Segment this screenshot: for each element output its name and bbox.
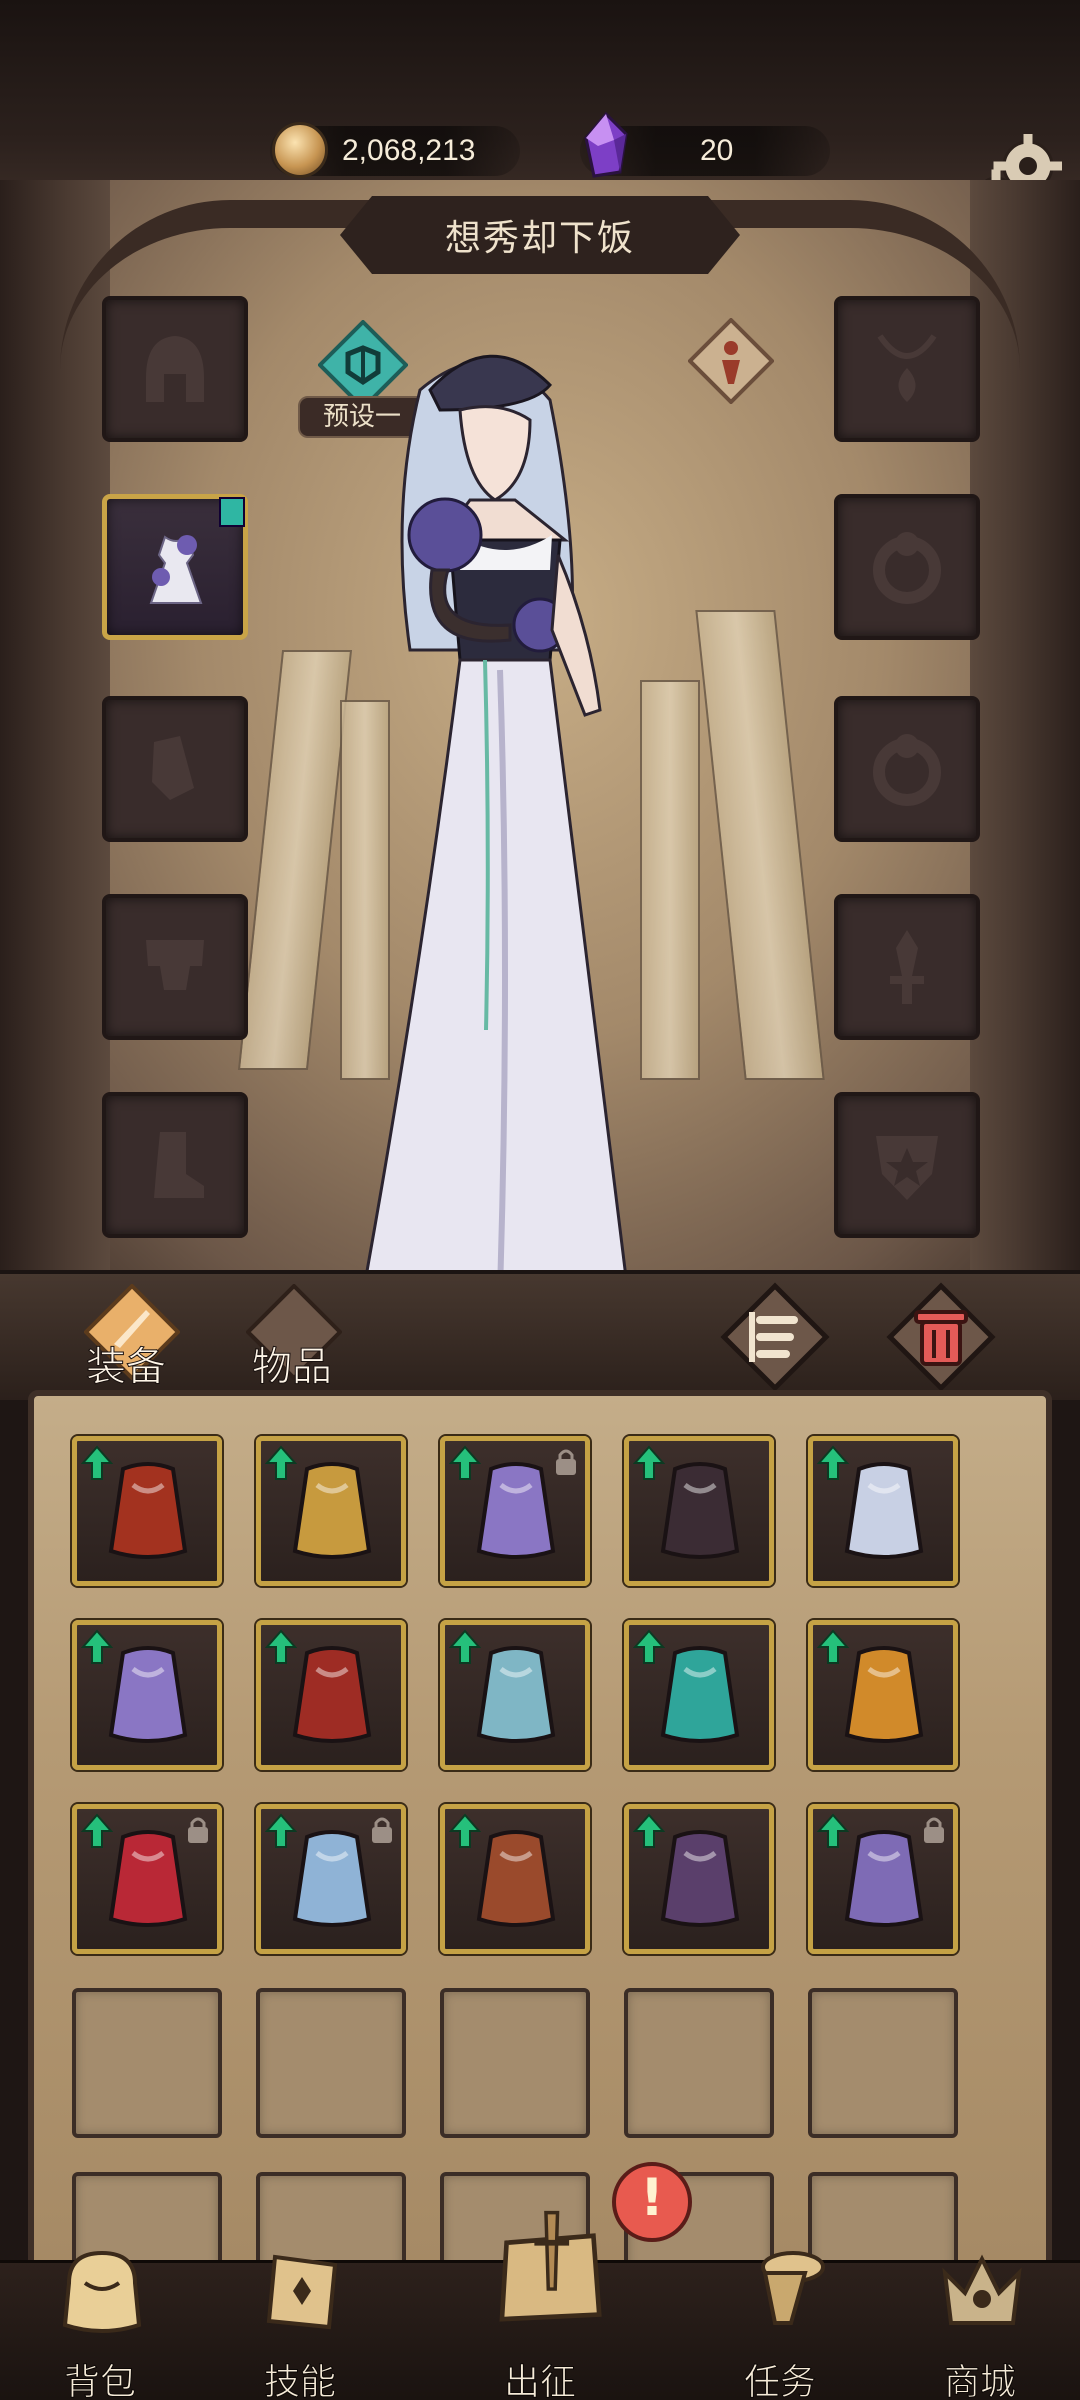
upgrade-arrow-icon <box>265 1445 297 1480</box>
slot-belt[interactable] <box>102 894 248 1040</box>
alert-icon: ! <box>640 2168 664 2228</box>
equipped-flag-icon <box>219 497 245 527</box>
boot-icon <box>154 1132 204 1198</box>
inventory-tab-bar: 装备 物品 <box>0 1270 1080 1400</box>
gem-amount: 20 <box>700 134 734 167</box>
player-name: 想秀却下饭 <box>444 218 635 259</box>
inventory-item-red-fur-cape[interactable] <box>256 1620 406 1770</box>
shield-icon <box>876 1136 938 1200</box>
upgrade-arrow-icon <box>449 1445 481 1480</box>
slot-gloves[interactable] <box>102 696 248 842</box>
inventory-item-violet-scepter[interactable] <box>808 1804 958 1954</box>
nav-backpack[interactable]: 背包 <box>10 2250 190 2400</box>
necklace-icon <box>877 334 937 402</box>
slot-ring-1[interactable] <box>834 494 980 640</box>
glove-icon <box>152 736 194 800</box>
inventory-item-crystal-staff[interactable] <box>256 1804 406 1954</box>
inventory-item-white-robe[interactable] <box>808 1436 958 1586</box>
inventory-grid <box>28 1390 1052 2322</box>
slot-ring-2[interactable] <box>834 696 980 842</box>
upgrade-arrow-icon <box>265 1629 297 1664</box>
ring-icon <box>873 532 941 604</box>
inventory-empty-slot[interactable] <box>256 1988 406 2138</box>
nav-expedition[interactable]: 出征 <box>450 2210 630 2400</box>
sword-icon <box>890 930 924 1004</box>
nav-quests-label: 任务 <box>743 2362 816 2400</box>
inventory-item-blue-flower-boots[interactable] <box>440 1620 590 1770</box>
expedition-map-icon <box>499 2210 602 2322</box>
inventory-item-violet-flower-dress[interactable] <box>440 1436 590 1586</box>
coin-counter[interactable]: 2,068,213 <box>270 122 520 178</box>
inventory-empty-slot[interactable] <box>624 1988 774 2138</box>
inventory-empty-slot[interactable] <box>440 1988 590 2138</box>
upgrade-arrow-icon <box>265 1813 297 1848</box>
top-bar: 2,068,213 20 <box>0 0 1080 223</box>
upgrade-arrow-icon <box>633 1445 665 1480</box>
shop-crown-icon <box>942 2254 1022 2325</box>
slot-outfit-equipped[interactable] <box>102 494 248 640</box>
pants-icon <box>146 940 204 990</box>
inventory-item-shadow-lantern[interactable] <box>624 1804 774 1954</box>
trash-can-icon[interactable] <box>886 1282 996 1392</box>
flower-dress-icon <box>149 535 203 604</box>
nav-shop[interactable]: 商城 <box>890 2254 1070 2400</box>
upgrade-arrow-icon <box>817 1813 849 1848</box>
inventory-item-moon-amulet[interactable] <box>624 1620 774 1770</box>
inventory-item-dark-hooded-cape[interactable] <box>624 1436 774 1586</box>
inventory-item-tome-book[interactable] <box>440 1804 590 1954</box>
coin-amount: 2,068,213 <box>342 134 476 167</box>
inventory-item-golden-boots[interactable] <box>256 1436 406 1586</box>
purple-crystal-icon <box>584 112 628 178</box>
character-info-icon[interactable] <box>688 318 774 404</box>
lock-icon <box>188 1817 208 1843</box>
lock-icon <box>372 1817 392 1843</box>
upgrade-arrow-icon <box>633 1813 665 1848</box>
slot-shield[interactable] <box>834 1092 980 1238</box>
upgrade-arrow-icon <box>81 1629 113 1664</box>
ring-icon <box>873 734 941 806</box>
inventory-item-red-cloak[interactable] <box>72 1436 222 1586</box>
nav-skills[interactable]: 技能 <box>210 2254 390 2400</box>
slot-boots[interactable] <box>102 1092 248 1238</box>
upgrade-arrow-icon <box>817 1629 849 1664</box>
upgrade-arrow-icon <box>633 1629 665 1664</box>
bottom-navigation: 背包 技能 出征 任务 商城 <box>0 2210 1080 2400</box>
nav-skills-label: 技能 <box>263 2362 336 2400</box>
inventory-item-violet-flower-dress[interactable] <box>72 1620 222 1770</box>
character-portrait <box>358 354 632 1312</box>
upgrade-arrow-icon <box>449 1629 481 1664</box>
tab-items[interactable]: 物品 <box>252 1334 333 1392</box>
nav-expedition-label: 出征 <box>503 2362 576 2400</box>
tab-equipment[interactable]: 装备 <box>86 1334 167 1392</box>
upgrade-arrow-icon <box>449 1813 481 1848</box>
player-name-banner: 想秀却下饭 <box>340 196 740 274</box>
background-plank <box>695 610 825 1080</box>
helmet-icon <box>146 336 204 402</box>
upgrade-arrow-icon <box>817 1445 849 1480</box>
nav-backpack-label: 背包 <box>63 2362 136 2400</box>
lock-icon <box>556 1449 576 1475</box>
inventory-empty-slot[interactable] <box>808 1988 958 2138</box>
slot-necklace[interactable] <box>834 296 980 442</box>
nav-quests[interactable]: 任务 <box>690 2251 870 2400</box>
sort-list-icon[interactable] <box>720 1282 830 1392</box>
upgrade-arrow-icon <box>81 1445 113 1480</box>
expedition-alert-badge[interactable]: ! <box>612 2162 692 2242</box>
inventory-empty-slot[interactable] <box>72 1988 222 2138</box>
slot-weapon[interactable] <box>834 894 980 1040</box>
slot-helmet[interactable] <box>102 296 248 442</box>
inventory-item-serpent-ring[interactable] <box>72 1804 222 1954</box>
nav-shop-label: 商城 <box>943 2362 1016 2400</box>
quest-horn-icon <box>761 2251 825 2325</box>
gem-counter[interactable]: 20 <box>580 112 830 178</box>
inventory-item-pumpkin-ring[interactable] <box>808 1620 958 1770</box>
upgrade-arrow-icon <box>81 1813 113 1848</box>
backpack-icon <box>62 2250 142 2333</box>
skill-scroll-icon <box>266 2254 338 2330</box>
lock-icon <box>924 1817 944 1843</box>
coin-icon <box>272 122 328 178</box>
